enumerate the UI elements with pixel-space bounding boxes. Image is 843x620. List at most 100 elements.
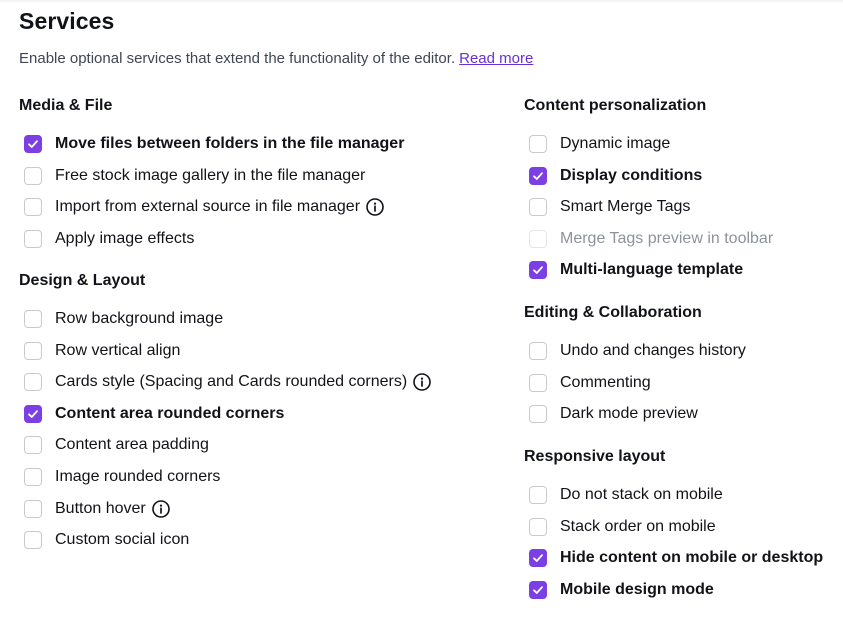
service-option[interactable]: Dynamic image (524, 133, 773, 155)
service-option[interactable]: Dark mode preview (524, 403, 746, 425)
service-checkbox[interactable] (24, 229, 42, 248)
description-text: Enable optional services that extend the… (19, 50, 456, 67)
service-label: Undo and changes history (560, 342, 746, 359)
service-option[interactable]: Button hover (19, 498, 431, 520)
service-label: Multi-language template (560, 261, 744, 279)
service-checkbox[interactable] (24, 198, 42, 217)
service-label: Hide content on mobile or desktop (560, 549, 824, 567)
service-checkbox[interactable] (24, 135, 42, 153)
group-title: Content personalization (524, 97, 707, 114)
checkmark-icon (533, 171, 543, 180)
service-checkbox[interactable] (529, 135, 547, 153)
service-checkbox[interactable] (529, 166, 547, 185)
service-checkbox[interactable] (24, 499, 42, 518)
group-title: Media & File (19, 97, 113, 114)
service-checkbox[interactable] (529, 517, 547, 536)
service-option[interactable]: Multi-language template (524, 259, 773, 281)
service-label: Display conditions (560, 166, 703, 184)
service-label: Dynamic image (560, 135, 671, 152)
service-option[interactable]: Image rounded corners (19, 466, 431, 488)
service-option[interactable]: Free stock image gallery in the file man… (19, 165, 404, 187)
service-label: Do not stack on mobile (560, 486, 723, 503)
checkmark-icon (28, 140, 38, 148)
info-icon[interactable] (366, 198, 384, 216)
info-icon[interactable] (151, 499, 170, 518)
service-checkbox[interactable] (529, 342, 547, 360)
service-label: Cards style (Spacing and Cards rounded c… (55, 373, 408, 391)
service-option[interactable]: Commenting (524, 372, 746, 394)
service-label: Apply image effects (55, 229, 195, 247)
service-label: Row vertical align (55, 341, 181, 359)
checkmark-icon (533, 554, 543, 563)
service-checkbox[interactable] (529, 261, 547, 280)
options-list: Dynamic image Display conditions Smart Mer… (524, 133, 773, 281)
service-label: Dark mode preview (560, 405, 698, 423)
group-title: Responsive layout (524, 448, 666, 465)
group-editing-collaboration: Editing & Collaboration Undo and changes… (524, 302, 746, 435)
read-more-link[interactable]: Read more (459, 50, 533, 67)
checkmark-icon (28, 410, 38, 418)
service-label: Free stock image gallery in the file man… (55, 166, 366, 184)
service-checkbox[interactable] (529, 198, 547, 217)
service-label: Commenting (560, 373, 651, 391)
service-checkbox[interactable] (24, 436, 42, 455)
group-design-layout: Design & Layout Row background image Row … (19, 270, 431, 561)
service-option[interactable]: Custom social icon (19, 529, 431, 551)
group-title: Design & Layout (19, 272, 146, 289)
service-label: Import from external source in file mana… (55, 198, 361, 216)
options-list: Undo and changes history Commenting Dark m… (524, 340, 746, 425)
service-option[interactable]: Row background image (19, 308, 431, 330)
service-option[interactable]: Display conditions (524, 165, 773, 187)
service-checkbox[interactable] (24, 310, 42, 328)
service-label: Custom social icon (55, 531, 190, 549)
service-option[interactable]: Smart Merge Tags (524, 196, 773, 218)
service-label: Content area padding (55, 436, 209, 454)
service-option[interactable]: Do not stack on mobile (524, 484, 823, 506)
service-option[interactable]: Undo and changes history (524, 340, 746, 362)
service-option[interactable]: Row vertical align (19, 340, 431, 362)
service-option[interactable]: Stack order on mobile (524, 516, 823, 538)
group-media-file: Media & File Move files between folders … (19, 95, 404, 259)
options-list: Do not stack on mobile Stack order on mob… (524, 484, 823, 601)
info-icon[interactable] (413, 373, 431, 391)
service-option[interactable]: Move files between folders in the file m… (19, 133, 404, 155)
service-checkbox[interactable] (24, 404, 42, 423)
service-label: Row background image (55, 310, 224, 327)
top-border (0, 0, 843, 4)
page-title: Services (19, 8, 115, 34)
service-checkbox[interactable] (529, 373, 547, 392)
service-label: Content area rounded corners (55, 404, 285, 422)
page-description: Enable optional services that extend the… (19, 50, 533, 67)
service-option: Merge Tags preview in toolbar (524, 228, 773, 250)
service-option[interactable]: Mobile design mode (524, 579, 823, 601)
service-label: Merge Tags preview in toolbar (560, 229, 774, 247)
options-list: Row background image Row vertical align Ca… (19, 308, 431, 551)
checkmark-icon (533, 586, 543, 594)
service-option[interactable]: Apply image effects (19, 228, 404, 250)
service-checkbox[interactable] (529, 405, 547, 424)
group-responsive-layout: Responsive layout Do not stack on mobile… (524, 446, 823, 610)
group-title: Editing & Collaboration (524, 304, 702, 321)
service-checkbox (529, 229, 547, 248)
service-label: Mobile design mode (560, 580, 714, 598)
service-label: Move files between folders in the file m… (55, 135, 405, 152)
service-checkbox[interactable] (24, 373, 42, 392)
group-content-personalization: Content personalization Dynamic image Dis… (524, 95, 773, 291)
service-checkbox[interactable] (24, 531, 42, 550)
service-option[interactable]: Content area padding (19, 434, 431, 456)
service-option[interactable]: Hide content on mobile or desktop (524, 547, 823, 569)
service-label: Image rounded corners (55, 467, 221, 485)
service-checkbox[interactable] (24, 467, 42, 486)
service-option[interactable]: Import from external source in file mana… (19, 196, 404, 218)
options-list: Move files between folders in the file m… (19, 133, 404, 250)
service-label: Stack order on mobile (560, 517, 716, 535)
service-label: Button hover (55, 499, 146, 517)
checkmark-icon (533, 266, 543, 275)
service-checkbox[interactable] (24, 166, 42, 185)
service-option[interactable]: Cards style (Spacing and Cards rounded c… (19, 371, 431, 393)
service-checkbox[interactable] (529, 549, 547, 568)
service-checkbox[interactable] (529, 486, 547, 504)
service-checkbox[interactable] (529, 580, 547, 599)
service-option[interactable]: Content area rounded corners (19, 403, 431, 425)
service-checkbox[interactable] (24, 341, 42, 360)
